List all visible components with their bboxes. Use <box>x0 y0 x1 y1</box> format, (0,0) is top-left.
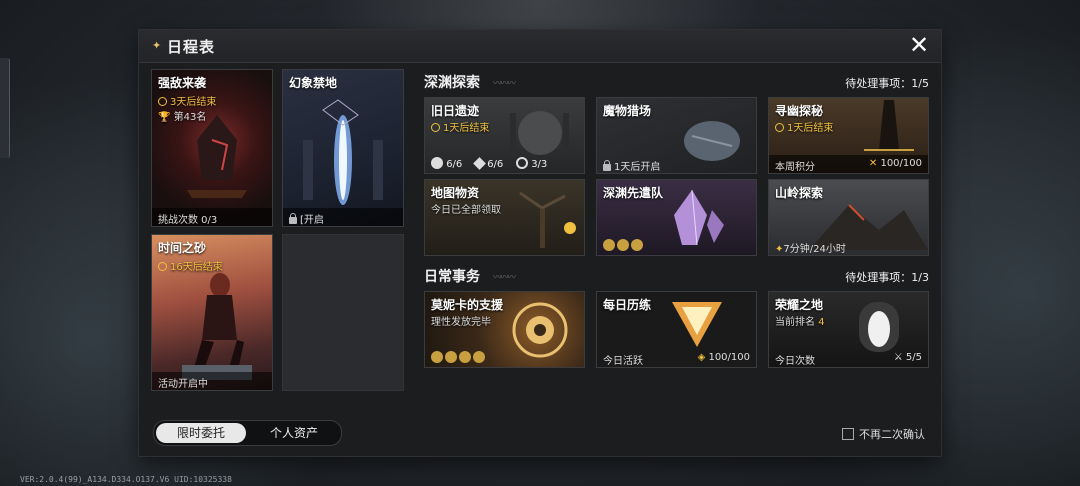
card-qiangdi[interactable]: 强敌来袭 3天后结束 🏆 第43名 挑战次数 0/3 <box>151 69 273 227</box>
card-title: 旧日遗迹 <box>431 104 480 118</box>
card-footer: 本周积分 ✕ 100/100 <box>769 155 928 173</box>
version-text: VER:2.0.4(99)_A134.D334.O137.V6 UID:1032… <box>20 475 232 484</box>
tab-personal-assets[interactable]: 个人资产 <box>249 423 339 443</box>
note-icon <box>445 351 457 363</box>
section-title-abyss: 深渊探索 <box>424 75 480 91</box>
crossed-swords-icon: ✕ <box>868 158 878 169</box>
card-footer: 今日活跃 ◈ 100/100 <box>603 352 750 367</box>
time-remaining: 1天后结束 <box>775 119 833 134</box>
card-footer: 今日次数 ⚔ 5/5 <box>775 352 922 367</box>
checkbox[interactable] <box>842 428 854 440</box>
chevron-deco-icon: 〰〰〰 <box>493 273 516 283</box>
activity-icon: ◈ <box>697 352 706 363</box>
card-mowu[interactable]: 魔物猎场 1天后开启 <box>596 97 757 174</box>
clock-icon <box>431 123 440 132</box>
side-handle[interactable] <box>0 58 10 158</box>
card-title: 魔物猎场 <box>603 104 652 118</box>
card-title: 幻象禁地 <box>289 76 338 90</box>
card-footer: 挑战次数 0/3 <box>152 208 272 226</box>
tower-art <box>864 100 914 151</box>
lock-icon <box>289 213 297 224</box>
section-title-daily: 日常事务 <box>424 269 480 285</box>
card-title: 莫妮卡的支援 <box>431 298 504 312</box>
card-footer: 1天后开启 <box>597 155 756 173</box>
pill-icon <box>459 351 471 363</box>
confirm-label: 不再二次确认 <box>859 428 925 441</box>
hourglass-icon <box>617 239 629 251</box>
card-rongyao[interactable]: 荣耀之地 当前排名 4 今日次数 ⚔ 5/5 <box>768 291 929 368</box>
rank-text: 当前排名 4 <box>775 317 825 328</box>
status-text: 今日已全部领取 <box>431 205 501 216</box>
diamond-icon <box>473 157 486 170</box>
star-icon: ✦ <box>152 39 162 52</box>
card-xiandui[interactable]: 深渊先遣队 <box>596 179 757 256</box>
time-remaining: 16天后结束 <box>158 258 223 273</box>
card-moni[interactable]: 莫妮卡的支援 理性发放完毕 <box>424 291 585 368</box>
trophy-icon: 🏆 <box>158 112 171 123</box>
schedule-panel: ✦ 日程表 ✕ 强敌来袭 3天后结束 🏆 第43名 挑战次数 0/3 幻象禁地 … <box>139 30 941 456</box>
triangle-gem-art <box>672 302 722 347</box>
status-text: 理性发放完毕 <box>431 317 491 328</box>
spiral-icon <box>516 157 528 169</box>
swirl-icon <box>431 157 443 169</box>
emblem-art <box>512 302 568 358</box>
close-icon: ✕ <box>908 31 930 59</box>
reward-icons <box>431 351 487 364</box>
card-title: 每日历练 <box>603 298 652 312</box>
clock-icon <box>158 97 167 106</box>
lock-icon <box>603 160 611 171</box>
brain-icon <box>431 351 443 363</box>
card-title: 山岭探索 <box>775 186 824 200</box>
hourglass-icon <box>603 239 615 251</box>
time-remaining: 3天后结束 <box>158 93 216 108</box>
time-remaining: 1天后结束 <box>431 119 489 134</box>
card-shijian[interactable]: 时间之砂 16天后结束 活动开启中 <box>151 234 273 391</box>
panel-title: 日程表 <box>167 38 216 56</box>
card-title: 强敌来袭 <box>158 76 207 90</box>
reward-icons <box>603 239 645 252</box>
panel-titlebar: ✦ 日程表 ✕ <box>139 30 941 63</box>
enemy-art <box>187 115 247 198</box>
empty-slot <box>282 234 404 391</box>
clock-icon <box>158 262 167 271</box>
tree-art <box>519 191 576 248</box>
sword-icon: ⚔ <box>893 352 903 363</box>
feather-icon <box>473 351 485 363</box>
card-xunyou[interactable]: 寻幽探秘 1天后结束 本周积分 ✕ 100/100 <box>768 97 929 174</box>
card-shanling[interactable]: 山岭探索 ✦7分钟/24小时 <box>768 179 929 256</box>
clock-icon <box>775 123 784 132</box>
tab-limited-commission[interactable]: 限时委托 <box>156 423 246 443</box>
card-title: 深渊先遣队 <box>603 186 664 200</box>
hourglass-icon <box>631 239 643 251</box>
card-title: 荣耀之地 <box>775 298 824 312</box>
card-footer: ✦7分钟/24小时 <box>775 244 846 255</box>
rank-text: 🏆 第43名 <box>158 112 207 123</box>
crystal-art <box>674 189 724 246</box>
card-title: 时间之砂 <box>158 241 207 255</box>
card-meiri[interactable]: 每日历练 今日活跃 ◈ 100/100 <box>596 291 757 368</box>
glory-gate-art <box>859 302 899 352</box>
no-confirm-toggle[interactable]: 不再二次确认 <box>842 426 925 442</box>
card-jiuri[interactable]: 旧日遗迹 1天后结束 6/6 6/6 3/3 <box>424 97 585 174</box>
character-art <box>182 273 252 380</box>
card-ditu[interactable]: 地图物资 今日已全部领取 <box>424 179 585 256</box>
card-title: 寻幽探秘 <box>775 104 824 118</box>
pending-count: 待处理事项：1/5 <box>845 77 929 90</box>
close-button[interactable]: ✕ <box>907 33 931 57</box>
card-huanxiang[interactable]: 幻象禁地 [开启 <box>282 69 404 227</box>
card-footer: 活动开启中 <box>152 372 272 390</box>
card-footer: [开启 <box>283 208 403 226</box>
category-tabs: 限时委托 个人资产 <box>153 420 342 446</box>
stats-row: 6/6 6/6 3/3 <box>431 157 547 170</box>
ruins-art <box>510 111 569 158</box>
portal-art <box>303 99 383 205</box>
pending-count: 待处理事项：1/3 <box>845 271 929 284</box>
card-title: 地图物资 <box>431 186 480 200</box>
chevron-deco-icon: 〰〰〰 <box>493 79 516 89</box>
